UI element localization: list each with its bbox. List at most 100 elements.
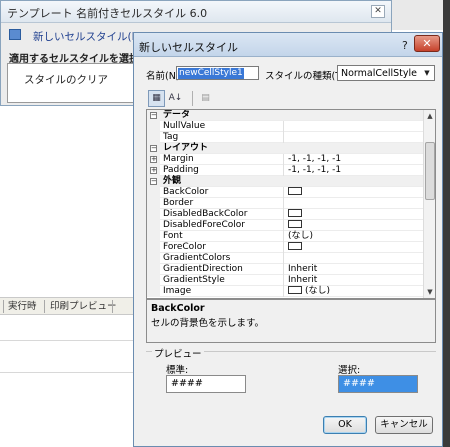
name-input[interactable]: newCellStyle1 — [176, 66, 259, 80]
property-row[interactable]: Image (なし) — [147, 286, 423, 297]
property-row[interactable]: GradientDirection Inherit — [147, 264, 423, 275]
property-value-text: -1, -1, -1, -1 — [288, 154, 342, 164]
style-type-select[interactable]: NormalCellStyle ▼ — [337, 65, 435, 81]
scroll-up-icon[interactable]: ▲ — [424, 110, 435, 122]
help-button[interactable]: ? — [402, 39, 412, 52]
property-value[interactable]: -1, -1, -1, -1 — [288, 165, 341, 176]
property-row[interactable]: + Padding -1, -1, -1, -1 — [147, 165, 423, 176]
property-value-text: Inherit — [288, 275, 318, 285]
row-gutter — [147, 264, 160, 275]
row-gutter — [147, 220, 160, 231]
dialog-close-button[interactable]: ✕ — [414, 35, 440, 52]
property-category-row[interactable]: − レイアウト — [147, 143, 423, 154]
background-window-edge — [443, 0, 450, 447]
property-name: Font — [163, 231, 183, 241]
column-divider — [283, 275, 284, 286]
new-cell-style-dialog: 新しいセルスタイル ? ✕ 名前(N): newCellStyle1 スタイルの… — [133, 32, 443, 447]
row-gutter — [147, 121, 160, 132]
property-value[interactable]: Inherit — [288, 264, 317, 275]
template-dialog-title: テンプレート 名前付きセルスタイル 6.0 — [7, 7, 208, 20]
property-row[interactable]: GradientColors — [147, 253, 423, 264]
row-gutter — [147, 242, 160, 253]
property-value[interactable] — [288, 220, 305, 231]
background-toolbar-strip — [390, 0, 450, 30]
property-row[interactable]: DisabledBackColor — [147, 209, 423, 220]
template-dialog-titlebar: テンプレート 名前付きセルスタイル 6.0 ✕ — [1, 1, 391, 23]
preview-normal-cell: #### — [166, 375, 246, 393]
toolbar-separator — [192, 91, 193, 106]
cancel-button[interactable]: キャンセル — [375, 416, 433, 434]
property-pages-icon[interactable]: ▤ — [197, 90, 214, 107]
column-divider — [283, 264, 284, 275]
property-value[interactable] — [288, 187, 305, 198]
scroll-thumb[interactable] — [425, 142, 435, 200]
column-divider — [283, 220, 284, 231]
property-grid[interactable]: − データ NullValue Tag − レイアウト + Margin -1, -1, -1,… — [146, 109, 436, 299]
property-description-panel: BackColor セルの背景色を示します。 — [146, 299, 436, 343]
expand-icon[interactable]: + — [150, 167, 157, 174]
property-category-row[interactable]: − 外観 — [147, 176, 423, 187]
property-value[interactable] — [288, 242, 305, 253]
collapse-icon[interactable]: − — [150, 178, 157, 185]
tab-runtime[interactable]: 実行時 — [8, 300, 37, 314]
row-gutter — [147, 253, 160, 264]
column-divider — [283, 231, 284, 242]
property-row[interactable]: + Margin -1, -1, -1, -1 — [147, 154, 423, 165]
property-row[interactable]: Font (なし) — [147, 231, 423, 242]
expand-icon[interactable]: + — [150, 156, 157, 163]
property-value[interactable]: Inherit — [288, 275, 317, 286]
property-row[interactable]: GradientStyle Inherit — [147, 275, 423, 286]
property-row[interactable]: ForeColor — [147, 242, 423, 253]
column-divider — [283, 209, 284, 220]
property-name: DisabledBackColor — [163, 209, 248, 219]
property-row[interactable]: Border — [147, 198, 423, 209]
background-content-area — [0, 340, 150, 447]
color-swatch — [288, 220, 302, 228]
chevron-down-icon[interactable]: ▼ — [421, 67, 433, 79]
property-value[interactable]: (なし) — [288, 286, 330, 297]
background-tab-bar: 実行時 印刷プレビュー — [0, 297, 150, 315]
property-value[interactable]: -1, -1, -1, -1 — [288, 154, 341, 165]
ok-button[interactable]: OK — [323, 416, 367, 434]
property-name: DisabledForeColor — [163, 220, 245, 230]
row-gutter — [147, 209, 160, 220]
scroll-down-icon[interactable]: ▼ — [424, 286, 435, 298]
property-row[interactable]: BackColor — [147, 187, 423, 198]
categorized-icon[interactable]: ▦ — [148, 90, 165, 107]
collapse-icon[interactable]: − — [150, 112, 157, 119]
column-divider — [283, 154, 284, 165]
tab-print-preview[interactable]: 印刷プレビュー — [50, 300, 117, 314]
property-row[interactable]: DisabledForeColor — [147, 220, 423, 231]
row-gutter — [147, 275, 160, 286]
row-gutter — [147, 132, 160, 143]
property-value[interactable] — [288, 209, 305, 220]
collapse-icon[interactable]: − — [150, 145, 157, 152]
property-grid-scrollbar[interactable]: ▲ ▼ — [423, 110, 435, 298]
property-name: レイアウト — [163, 143, 209, 153]
color-swatch — [288, 187, 302, 195]
property-value-text: (なし) — [288, 231, 314, 241]
dialog-title: 新しいセルスタイル — [139, 41, 238, 54]
column-divider — [283, 198, 284, 209]
column-divider — [283, 121, 284, 132]
property-category-row[interactable]: − データ — [147, 110, 423, 121]
property-name: GradientDirection — [163, 264, 243, 274]
divider — [0, 372, 150, 373]
style-list-item-clear[interactable]: スタイルのクリア — [24, 72, 108, 87]
property-row[interactable]: NullValue — [147, 121, 423, 132]
row-gutter — [147, 231, 160, 242]
property-row[interactable]: Tag — [147, 132, 423, 143]
property-name: Padding — [163, 165, 199, 175]
new-style-icon — [9, 29, 21, 40]
preview-title: プレビュー — [152, 346, 204, 360]
property-value-text: (なし) — [305, 286, 331, 296]
property-value-text: -1, -1, -1, -1 — [288, 165, 342, 175]
alphabetical-icon[interactable]: A↓ — [167, 90, 184, 107]
property-name: BackColor — [163, 187, 209, 197]
preview-selected-label: 選択: — [338, 365, 361, 376]
style-list[interactable]: スタイルのクリア — [7, 63, 137, 103]
color-swatch — [288, 209, 302, 217]
property-value[interactable]: (なし) — [288, 231, 313, 242]
color-swatch — [288, 286, 302, 294]
template-close-button[interactable]: ✕ — [371, 5, 385, 18]
